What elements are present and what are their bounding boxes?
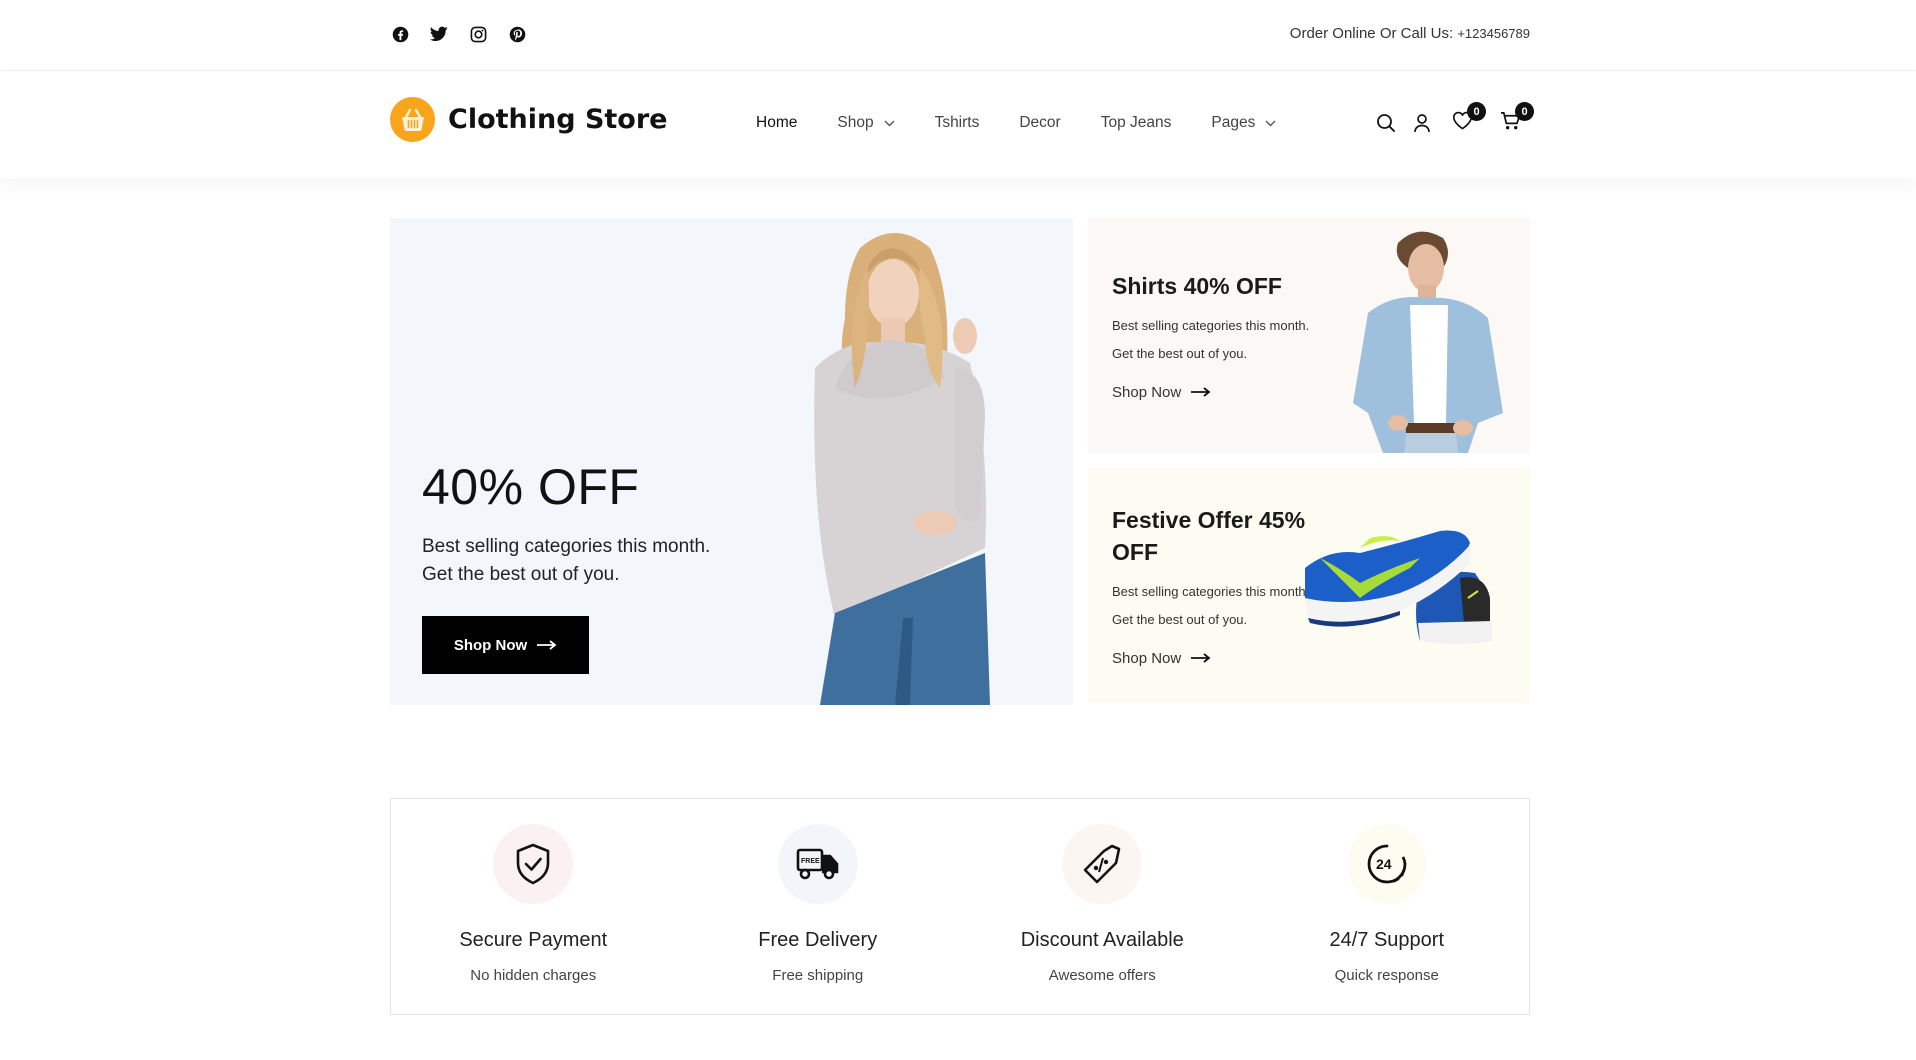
hero-banner: 40% OFF Best selling categories this mon… [390,218,1073,705]
svg-text:24: 24 [1376,856,1392,872]
header-actions: 0 0 [1375,102,1534,134]
feature-title: 24/7 Support [1329,929,1445,951]
promo-man-image [1353,231,1503,453]
promo-shoes-image [1305,530,1492,644]
nav-item-home[interactable]: Home [756,114,797,132]
promo-description: Best selling categories this month. Get … [1112,318,1310,361]
feature-title: Free Delivery [758,929,878,951]
feature-subtitle: Quick response [1334,967,1439,984]
instagram-icon[interactable] [468,24,488,44]
hero-model-image [814,233,990,705]
search-icon[interactable] [1375,112,1397,134]
arrow-right-icon [1191,650,1211,667]
promo-shop-now-link[interactable]: Shop Now [1112,650,1211,667]
feature-discount: Discount Available Awesome offers [960,799,1245,1014]
support-24-icon: 24 [1346,824,1427,904]
feature-support: 24 24/7 Support Quick response [1245,799,1530,1014]
nav-item-label: Tshirts [934,114,980,131]
wishlist-button[interactable]: 0 [1451,102,1486,134]
nav-item-top-jeans[interactable]: Top Jeans [1101,114,1172,132]
hero-description: Best selling categories this month. Get … [422,536,711,585]
logo[interactable]: Clothing Store [390,97,667,142]
promo-description: Best selling categories this month. Get … [1112,584,1310,627]
feature-free-delivery: FREE Free Delivery Free shipping [676,799,961,1014]
feature-secure-payment: Secure Payment No hidden charges [391,799,676,1014]
feature-title: Discount Available [1020,929,1184,951]
cart-count-badge: 0 [1515,102,1534,121]
contact-info: Order Online Or Call Us: +123456789 [1290,25,1530,42]
feature-title: Secure Payment [459,929,608,951]
hero-title: 40% OFF [422,459,640,515]
promo-title: Festive Offer 45% OFF [1112,507,1306,565]
button-label: Shop Now [453,636,528,654]
nav-item-decor[interactable]: Decor [1019,114,1060,132]
arrow-right-icon [537,637,557,654]
main-menu: Home Shop Tshirts Decor Top Jeans Pages [756,114,1316,132]
nav-item-label: Home [756,114,798,131]
promo-shirts: Shirts 40% OFF Best selling categories t… [1088,218,1530,453]
chevron-down-icon [1265,120,1276,127]
discount-tag-icon [1062,824,1143,904]
contact-phone[interactable]: +123456789 [1457,26,1530,41]
link-label: Shop Now [1112,384,1182,401]
free-delivery-truck-icon: FREE [777,824,858,904]
feature-subtitle: Awesome offers [1048,967,1156,984]
nav-item-pages[interactable]: Pages [1211,114,1276,132]
promo-title: Shirts 40% OFF [1112,273,1282,299]
feature-subtitle: No hidden charges [470,967,597,984]
features-strip: Secure Payment No hidden charges FREE Fr… [390,798,1530,1015]
svg-text:FREE: FREE [801,858,820,865]
brand-name: Clothing Store [448,104,668,135]
nav-item-tshirts[interactable]: Tshirts [935,114,980,132]
arrow-right-icon [1191,384,1211,401]
wishlist-count-badge: 0 [1467,102,1486,121]
contact-label: Order Online Or Call Us: [1289,25,1454,42]
nav-item-label: Shop [837,114,874,131]
twitter-icon[interactable] [429,24,449,44]
nav-item-label: Top Jeans [1100,114,1172,131]
feature-subtitle: Free shipping [772,967,864,984]
hero-shop-now-button[interactable]: Shop Now [422,616,589,674]
link-label: Shop Now [1112,650,1182,667]
top-bar: Order Online Or Call Us: +123456789 [0,0,1916,71]
cart-button[interactable]: 0 [1499,102,1534,134]
nav-item-label: Decor [1019,114,1061,131]
facebook-icon[interactable] [390,24,410,44]
nav-item-shop[interactable]: Shop [837,114,895,132]
main-header: Clothing Store Home Shop Tshirts Decor T… [0,72,1916,178]
promo-shop-now-link[interactable]: Shop Now [1112,384,1211,401]
user-icon[interactable] [1411,112,1433,134]
nav-item-label: Pages [1211,114,1256,131]
shield-check-icon [493,824,574,904]
chevron-down-icon [884,120,895,127]
shopping-basket-icon [390,97,435,142]
social-links [390,24,527,44]
pinterest-icon[interactable] [507,24,527,44]
promo-festive: Festive Offer 45% OFF Best selling categ… [1088,468,1530,703]
